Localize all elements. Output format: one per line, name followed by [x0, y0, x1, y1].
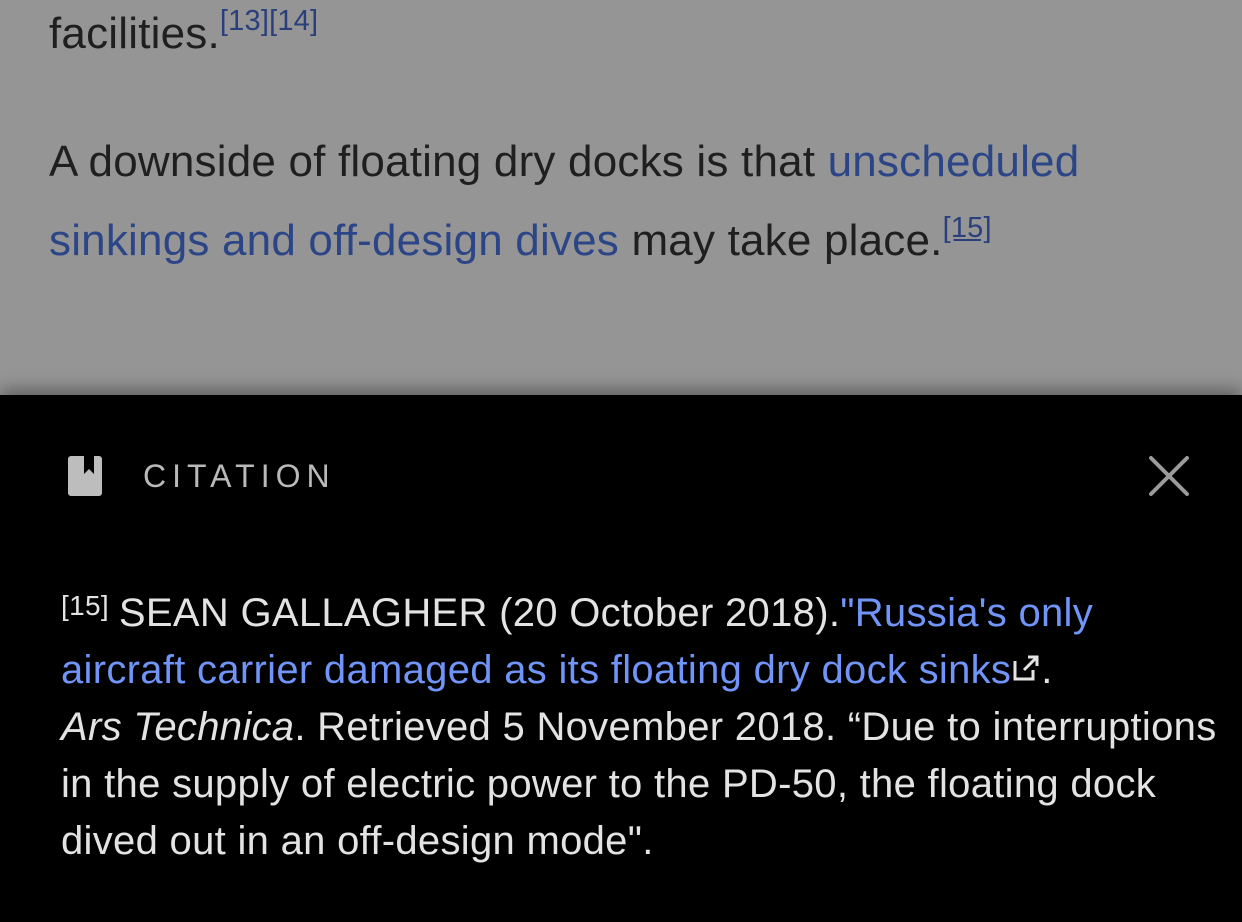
- close-icon[interactable]: [1146, 453, 1192, 499]
- panel-title: CITATION: [143, 458, 336, 494]
- citation-header: CITATION: [0, 395, 1242, 555]
- bookmark-icon: [68, 456, 102, 496]
- article-content: facilities.[13][14] A downside of floati…: [0, 0, 1242, 395]
- reference-14-link[interactable]: [14]: [269, 5, 318, 37]
- external-link-icon[interactable]: [1011, 653, 1041, 683]
- citation-text: [15] SEAN GALLAGHER (20 October 2018)."Ru…: [61, 585, 1221, 870]
- citation-author-date: SEAN GALLAGHER (20 October 2018).: [118, 591, 841, 635]
- citation-after-link: .: [1041, 648, 1053, 692]
- reference-15-link[interactable]: [15]: [943, 212, 992, 244]
- paragraph-text-mid: may take place.: [619, 216, 943, 265]
- citation-number: [15]: [61, 590, 109, 621]
- citation-publication: Ars Technica: [61, 705, 295, 749]
- reference-13-link[interactable]: [13]: [220, 5, 269, 37]
- citation-closing: ".: [627, 819, 654, 863]
- citation-panel: CITATION [15] SEAN GALLAGHER (20 October …: [0, 395, 1242, 922]
- paragraph-downside: A downside of floating dry docks is that…: [49, 122, 1219, 280]
- paragraph-facilities: facilities.[13][14]: [49, 0, 318, 73]
- paragraph-text: A downside of floating dry docks is that: [49, 137, 828, 186]
- paragraph-text: facilities.: [49, 9, 220, 58]
